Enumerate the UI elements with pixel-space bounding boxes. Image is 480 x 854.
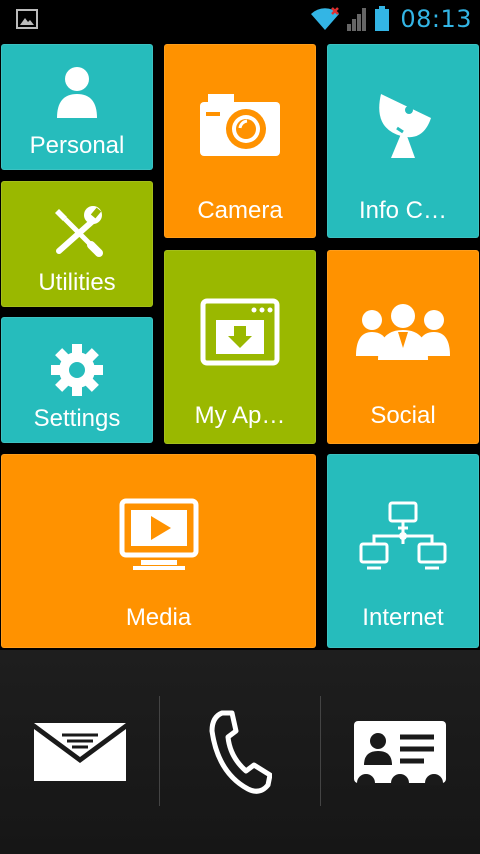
envelope-icon (33, 723, 126, 781)
phone-icon (209, 710, 272, 794)
gear-icon (51, 344, 103, 396)
tile-utilities[interactable]: Utilities (1, 181, 153, 307)
tile-internet-label: Internet (362, 604, 444, 631)
battery-icon (375, 6, 390, 31)
tile-internet[interactable]: Internet (327, 454, 479, 648)
image-notification-icon (16, 9, 38, 29)
tile-camera[interactable]: Camera (164, 44, 316, 238)
person-icon (57, 67, 97, 118)
play-monitor-icon (119, 498, 198, 570)
tile-info[interactable]: Info C… (327, 44, 479, 238)
camera-icon (200, 94, 280, 156)
tile-settings[interactable]: Settings (1, 317, 153, 443)
messages-button[interactable] (0, 650, 159, 854)
contacts-button[interactable] (320, 650, 479, 854)
tile-utilities-label: Utilities (38, 269, 116, 296)
dock-bar (0, 650, 480, 854)
signal-icon (347, 8, 367, 31)
tile-myapps-label: My Ap… (194, 402, 286, 429)
status-clock: 08:13 (400, 5, 472, 33)
tile-settings-label: Settings (33, 405, 121, 432)
tile-social[interactable]: Social (327, 250, 479, 444)
tile-camera-label: Camera (197, 197, 283, 224)
tile-media-label: Media (125, 604, 192, 631)
status-bar: 08:13 (0, 0, 480, 38)
people-group-icon (356, 304, 450, 360)
tile-social-label: Social (370, 402, 436, 429)
download-window-icon (200, 298, 280, 366)
contact-card-icon (353, 721, 446, 785)
network-icon (359, 501, 447, 570)
tile-media[interactable]: Media (1, 454, 316, 648)
tile-personal[interactable]: Personal (1, 44, 153, 170)
satellite-dish-icon (379, 94, 431, 158)
tile-myapps[interactable]: My Ap… (164, 250, 316, 444)
tools-icon (55, 206, 103, 257)
wifi-icon (311, 7, 340, 30)
phone-button[interactable] (160, 650, 319, 854)
tile-personal-label: Personal (29, 132, 125, 159)
tile-info-label: Info C… (358, 197, 448, 224)
